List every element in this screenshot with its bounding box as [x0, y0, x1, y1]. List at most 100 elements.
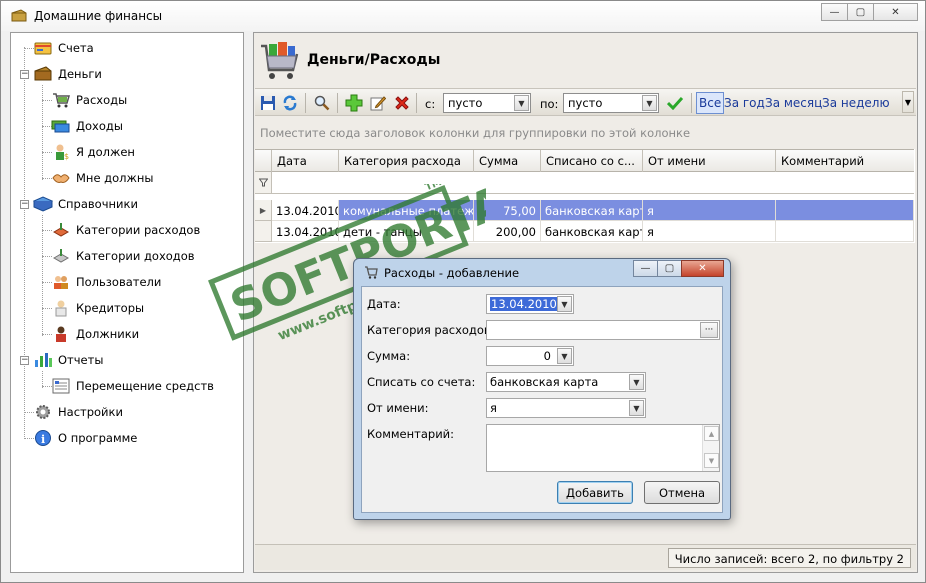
books-icon: [33, 195, 53, 213]
wallet-icon: [33, 65, 53, 83]
scroll-down-icon[interactable]: ▼: [704, 453, 719, 468]
filter-icon[interactable]: [255, 172, 272, 193]
tree-item-expense-categories[interactable]: Категории расходов: [51, 219, 200, 241]
chevron-down-icon[interactable]: ▼: [629, 400, 644, 416]
maximize-button[interactable]: ▢: [847, 3, 874, 21]
add-button[interactable]: Добавить: [557, 481, 633, 504]
panel-splitter[interactable]: [244, 32, 253, 573]
period-month[interactable]: За месяц: [765, 96, 822, 110]
category-field[interactable]: ···: [486, 320, 720, 340]
cell-comment[interactable]: [776, 221, 914, 242]
edit-icon: [370, 96, 386, 111]
to-date-combo[interactable]: пусто ▼: [563, 93, 659, 113]
row-indicator[interactable]: [255, 221, 272, 242]
tree-item-income[interactable]: Доходы: [51, 115, 123, 137]
info-icon: i: [33, 429, 53, 447]
column-header-date[interactable]: Дата: [272, 150, 339, 172]
tree-item-references[interactable]: Справочники: [33, 193, 138, 215]
from-date-combo[interactable]: пусто ▼: [443, 93, 531, 113]
tree-item-accounts[interactable]: Счета: [33, 37, 94, 59]
toolbar-overflow-button[interactable]: ▼: [902, 91, 914, 113]
tree-item-income-categories[interactable]: Категории доходов: [51, 245, 195, 267]
date-field[interactable]: 13.04.2010 ▼: [486, 294, 574, 314]
dialog-close-button[interactable]: ✕: [681, 260, 724, 277]
search-button[interactable]: [312, 93, 332, 113]
cell-sum[interactable]: 75,00: [474, 200, 541, 221]
app-window: Домашние финансы — ▢ ✕ − − − Счета Деньг…: [0, 0, 926, 583]
cell-comment[interactable]: [776, 200, 914, 221]
to-label: по:: [540, 97, 559, 111]
comment-textarea[interactable]: ▲ ▼: [486, 424, 720, 472]
period-week[interactable]: За неделю: [822, 96, 890, 110]
group-by-area[interactable]: Поместите сюда заголовок колонки для гру…: [260, 126, 690, 140]
tree-line: [42, 215, 43, 336]
close-button[interactable]: ✕: [873, 3, 918, 21]
dialog-maximize-button[interactable]: ▢: [657, 260, 682, 277]
cell-account[interactable]: банковская карта: [541, 200, 643, 221]
column-header-category[interactable]: Категория расхода: [339, 150, 474, 172]
refresh-icon: [283, 95, 297, 111]
cell-category[interactable]: комунальные платежи: [339, 200, 474, 221]
account-select[interactable]: банковская карта ▼: [486, 372, 646, 392]
money-icon: [51, 117, 71, 135]
collapse-toggle-reports[interactable]: −: [20, 356, 29, 365]
add-button[interactable]: [344, 93, 364, 113]
cell-person[interactable]: я: [643, 221, 776, 242]
tree-item-about[interactable]: i О программе: [33, 427, 137, 449]
collapse-toggle-money[interactable]: −: [20, 70, 29, 79]
cell-sum[interactable]: 200,00: [474, 221, 541, 242]
tree-item-debtors[interactable]: Должники: [51, 323, 139, 345]
dialog-minimize-button[interactable]: —: [633, 260, 658, 277]
save-icon: [261, 96, 275, 110]
row-indicator[interactable]: ▶: [255, 200, 272, 221]
delete-button[interactable]: [392, 93, 412, 113]
collapse-toggle-references[interactable]: −: [20, 200, 29, 209]
creditor-icon: [51, 299, 71, 317]
ellipsis-icon[interactable]: ···: [700, 322, 718, 338]
chevron-down-icon[interactable]: ▼: [629, 374, 644, 390]
chevron-down-icon[interactable]: ▼: [642, 95, 657, 111]
cell-date[interactable]: 13.04.2010: [272, 221, 339, 242]
person-select[interactable]: я ▼: [486, 398, 646, 418]
tree-item-expenses[interactable]: Расходы: [51, 89, 127, 111]
record-count: Число записей: всего 2, по фильтру 2: [667, 548, 911, 568]
column-header-comment[interactable]: Комментарий: [776, 150, 914, 172]
cancel-button[interactable]: Отмена: [644, 481, 720, 504]
comment-scrollbar[interactable]: ▲ ▼: [702, 425, 719, 471]
toolbar-separator: [416, 93, 417, 113]
tree-item-money[interactable]: Деньги: [33, 63, 102, 85]
chevron-down-icon[interactable]: ▼: [514, 95, 529, 111]
cell-date[interactable]: 13.04.2010: [272, 200, 339, 221]
tree-item-reports[interactable]: Отчеты: [33, 349, 103, 371]
column-header-sum[interactable]: Сумма: [474, 150, 541, 172]
tree-item-settings[interactable]: Настройки: [33, 401, 123, 423]
dialog-body: Дата: 13.04.2010 ▼ Категория расходов: ·…: [361, 286, 723, 513]
scroll-up-icon[interactable]: ▲: [704, 426, 719, 441]
refresh-button[interactable]: [280, 93, 300, 113]
tree-item-users[interactable]: Пользователи: [51, 271, 161, 293]
column-header-person[interactable]: От имени: [643, 150, 776, 172]
period-year[interactable]: За год: [724, 96, 765, 110]
cell-account[interactable]: банковская карта: [541, 221, 643, 242]
chevron-down-icon[interactable]: ▼: [557, 296, 572, 312]
tree-item-owed-to-me[interactable]: Мне должны: [51, 167, 153, 189]
tree-item-funds-transfer[interactable]: Перемещение средств: [51, 375, 214, 397]
apply-filter-button[interactable]: [665, 93, 685, 113]
minimize-button[interactable]: —: [821, 3, 848, 21]
chevron-down-icon[interactable]: ▼: [557, 348, 572, 364]
svg-text:i: i: [41, 433, 45, 446]
cell-person[interactable]: я: [643, 200, 776, 221]
window-title: Домашние финансы: [34, 9, 163, 23]
column-header-account[interactable]: Списано со с...: [541, 150, 643, 172]
tree-item-i-owe[interactable]: $ Я должен: [51, 141, 135, 163]
cell-category[interactable]: дети - танцы: [339, 221, 474, 242]
period-all[interactable]: Все: [696, 92, 725, 114]
category-out-icon: [51, 221, 71, 239]
save-button[interactable]: [258, 93, 278, 113]
title-bar: Домашние финансы — ▢ ✕: [1, 1, 925, 31]
filter-row[interactable]: [255, 172, 914, 194]
tree-item-creditors[interactable]: Кредиторы: [51, 297, 144, 319]
cart-icon: [51, 91, 71, 109]
edit-button[interactable]: [368, 93, 388, 113]
sum-field[interactable]: 0 ▼: [486, 346, 574, 366]
